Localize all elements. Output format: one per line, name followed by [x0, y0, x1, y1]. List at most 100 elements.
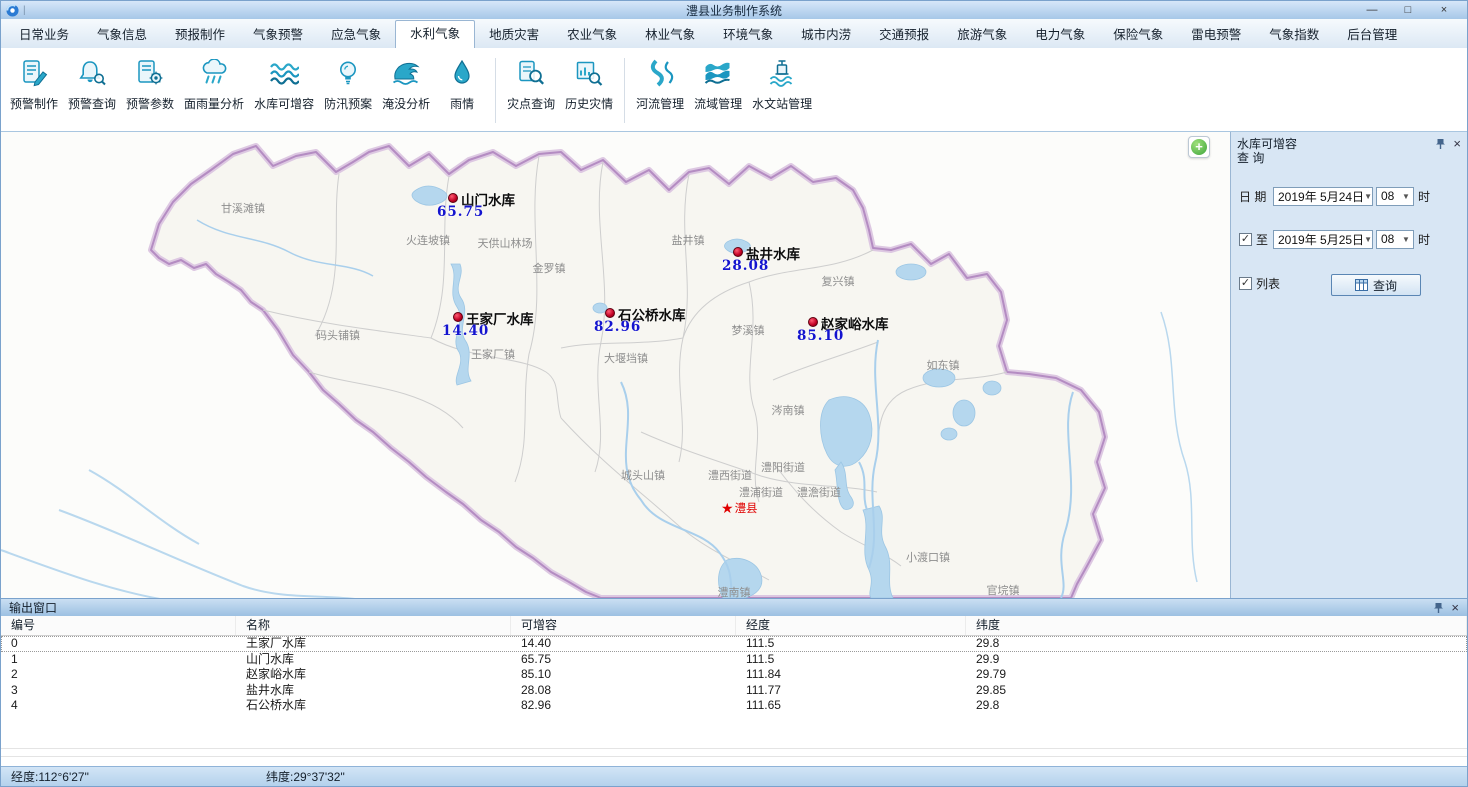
combo-value: 08 — [1381, 232, 1394, 246]
reservoir-marker-icon[interactable] — [453, 312, 463, 322]
toolbar-button-reservoir-capacity[interactable]: 水库可增容 — [249, 50, 319, 131]
table-cell: 山门水库 — [236, 652, 511, 667]
output-panel-close-icon[interactable]: × — [1451, 603, 1459, 613]
toolbar-button-areal-rain[interactable]: 面雨量分析 — [179, 50, 249, 131]
query-panel-close-icon[interactable]: × — [1453, 139, 1461, 149]
maximize-button[interactable]: □ — [1390, 2, 1426, 19]
status-latitude: 纬度:29°37'32" — [266, 768, 345, 785]
chevron-down-icon: ▼ — [1399, 192, 1413, 201]
output-panel-controls: × — [1434, 599, 1459, 616]
list-checkbox[interactable]: ✓ — [1239, 277, 1252, 290]
reservoir-value-label: 65.75 — [437, 204, 484, 220]
toolbar-button-disaster-point[interactable]: 灾点查询 — [502, 50, 560, 131]
toolbar-button-hydro-station[interactable]: 水文站管理 — [747, 50, 817, 131]
toolbar-button-label: 淹没分析 — [382, 95, 430, 112]
table-cell: 3 — [1, 683, 236, 698]
menu-item-16[interactable]: 雷电预警 — [1177, 22, 1255, 48]
reservoir-value-label: 82.96 — [594, 319, 641, 335]
zoom-in-button[interactable]: + — [1188, 136, 1210, 158]
toolbar-button-history-disaster[interactable]: 历史灾情 — [560, 50, 618, 131]
reservoir-capacity-icon — [269, 59, 299, 87]
toolbar-button-warning-params[interactable]: 预警参数 — [121, 50, 179, 131]
flood-plan-icon — [333, 59, 363, 87]
menu-item-2[interactable]: 气象信息 — [83, 22, 161, 48]
output-panel: 输出窗口 × 编号名称可增容经度纬度 0王家厂水库14.40111.529.81… — [1, 598, 1467, 766]
date-to-select[interactable]: 2019年 5月25日▼ — [1273, 230, 1373, 249]
toolbar-button-warning-search[interactable]: 预警查询 — [63, 50, 121, 131]
table-row[interactable]: 3盐井水库28.08111.7729.85 — [1, 683, 1467, 699]
toolbar-button-label: 防汛预案 — [324, 95, 372, 112]
menu-item-5[interactable]: 应急气象 — [317, 22, 395, 48]
toolbar-button-label: 流域管理 — [694, 95, 742, 112]
minimize-button[interactable]: — — [1354, 2, 1390, 19]
close-button[interactable]: × — [1426, 2, 1462, 19]
menu-item-12[interactable]: 交通预报 — [865, 22, 943, 48]
table-cell: 盐井水库 — [236, 683, 511, 698]
window-controls: — □ × — [1354, 2, 1462, 19]
reservoir-marker-icon[interactable] — [448, 193, 458, 203]
table-cell: 0 — [1, 636, 236, 651]
menu-item-7[interactable]: 地质灾害 — [475, 22, 553, 48]
toolbar-button-inundation[interactable]: 淹没分析 — [377, 50, 435, 131]
table-cell: 28.08 — [511, 683, 736, 698]
toolbar-button-basin[interactable]: 流域管理 — [689, 50, 747, 131]
toolbar-button-label: 雨情 — [450, 95, 474, 112]
county-seat-label: 澧县 — [735, 500, 758, 516]
query-button[interactable]: 查询 — [1331, 274, 1421, 296]
star-icon: ★ — [721, 502, 734, 514]
menu-item-10[interactable]: 环境气象 — [709, 22, 787, 48]
menubar: 日常业务气象信息预报制作气象预警应急气象水利气象地质灾害农业气象林业气象环境气象… — [1, 19, 1467, 48]
toolbar-button-warning-edit[interactable]: 预警制作 — [5, 50, 63, 131]
combo-value: 08 — [1381, 189, 1394, 203]
hour-to-select[interactable]: 08▼ — [1376, 230, 1414, 249]
pin-icon[interactable] — [1436, 138, 1445, 150]
menu-item-17[interactable]: 气象指数 — [1255, 22, 1333, 48]
toolbar-button-label: 灾点查询 — [507, 95, 555, 112]
reservoir-marker-icon[interactable] — [605, 308, 615, 318]
menu-item-18[interactable]: 后台管理 — [1333, 22, 1411, 48]
menu-item-14[interactable]: 电力气象 — [1021, 22, 1099, 48]
date-from-row: 日 期 2019年 5月24日▼ 08▼ 时 — [1239, 186, 1463, 206]
reservoir-marker-icon[interactable] — [733, 247, 743, 257]
toolbar-button-river[interactable]: 河流管理 — [631, 50, 689, 131]
menu-item-9[interactable]: 林业气象 — [631, 22, 709, 48]
table-row[interactable]: 2赵家峪水库85.10111.8429.79 — [1, 667, 1467, 683]
menu-item-15[interactable]: 保险气象 — [1099, 22, 1177, 48]
menu-item-8[interactable]: 农业气象 — [553, 22, 631, 48]
menu-item-4[interactable]: 气象预警 — [239, 22, 317, 48]
pin-icon[interactable] — [1434, 602, 1443, 614]
status-longitude: 经度:112°6'27" — [11, 768, 266, 785]
history-disaster-icon — [574, 59, 604, 87]
app-window: | 澧县业务制作系统 — □ × 日常业务气象信息预报制作气象预警应急气象水利气… — [0, 0, 1468, 787]
plus-icon: + — [1191, 139, 1207, 155]
table-row[interactable]: 0王家厂水库14.40111.529.8 — [1, 636, 1467, 652]
table-cell: 111.65 — [736, 698, 966, 713]
combo-value: 2019年 5月24日 — [1278, 188, 1364, 205]
reservoir-value-label: 14.40 — [442, 323, 489, 339]
map-area[interactable]: + 甘溪滩镇火连坡镇天供山林场金罗镇盐井镇复兴镇码头铺镇王家厂镇梦溪镇大堰垱镇如… — [1, 132, 1231, 598]
menu-item-6[interactable]: 水利气象 — [395, 20, 475, 48]
to-checkbox[interactable]: ✓ — [1239, 233, 1252, 246]
table-cell: 29.79 — [966, 667, 1467, 682]
query-panel-title-line2: 查 询 — [1237, 151, 1461, 165]
date-from-select[interactable]: 2019年 5月24日▼ — [1273, 187, 1373, 206]
menu-item-3[interactable]: 预报制作 — [161, 22, 239, 48]
menu-item-13[interactable]: 旅游气象 — [943, 22, 1021, 48]
titlebar: | 澧县业务制作系统 — □ × — [1, 1, 1467, 19]
menu-item-11[interactable]: 城市内涝 — [787, 22, 865, 48]
hour-from-select[interactable]: 08 ▼ — [1376, 187, 1414, 206]
table-cell: 4 — [1, 698, 236, 713]
query-panel-title: 水库可增容 查 询 — [1231, 132, 1467, 165]
menu-item-1[interactable]: 日常业务 — [5, 22, 83, 48]
toolbar-button-rain-info[interactable]: 雨情 — [435, 50, 489, 131]
toolbar-separator — [624, 58, 625, 123]
table-row[interactable]: 4石公桥水库82.96111.6529.8 — [1, 698, 1467, 714]
toolbar: 预警制作预警查询预警参数面雨量分析水库可增容防汛预案淹没分析 雨情 灾点查询历史灾情… — [1, 48, 1467, 132]
table-row[interactable]: 1山门水库65.75111.529.9 — [1, 652, 1467, 668]
column-header: 名称 — [236, 616, 511, 635]
divider — [1, 756, 1467, 757]
toolbar-button-flood-plan[interactable]: 防汛预案 — [319, 50, 377, 131]
combo-value: 2019年 5月25日 — [1278, 231, 1364, 248]
reservoir-marker-icon[interactable] — [808, 317, 818, 327]
toolbar-button-label: 面雨量分析 — [184, 95, 244, 112]
